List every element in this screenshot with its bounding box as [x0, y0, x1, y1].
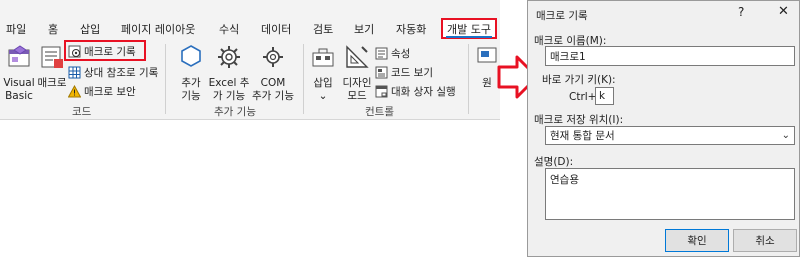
visual-basic-label-2: Basic	[5, 90, 33, 102]
macro-name-value: 매크로1	[550, 50, 586, 63]
addins-label-1: 추가	[181, 77, 201, 89]
properties-label: 속성	[391, 48, 411, 60]
design-mode-button[interactable]: 디자인 모드	[340, 44, 374, 103]
record-macro-label: 매크로 기록	[84, 46, 136, 58]
group-separator	[468, 44, 469, 114]
group-label-code: 코드	[72, 106, 92, 118]
excel-addins-label-2: 가 기능	[212, 90, 246, 102]
visual-basic-icon	[8, 45, 30, 67]
com-addins-button[interactable]: COM 추가 기능	[250, 44, 296, 103]
addins-hexagon-icon	[181, 45, 201, 67]
shortcut-key-label: 바로 가기 키(K):	[542, 74, 616, 86]
store-macro-value: 현재 통합 문서	[550, 130, 615, 142]
shortcut-key-field[interactable]: k	[595, 87, 614, 105]
cancel-label: 취소	[755, 235, 775, 247]
macros-icon	[41, 46, 63, 68]
visual-basic-label-1: Visual	[3, 77, 35, 89]
tab-data[interactable]: 데이터	[261, 21, 291, 37]
design-mode-label-2: 모드	[347, 90, 367, 102]
cancel-button[interactable]: 취소	[733, 229, 797, 252]
store-macro-select[interactable]: 현재 통합 문서 ⌄	[545, 126, 795, 145]
macro-security-label: 매크로 보안	[84, 86, 136, 98]
tab-view[interactable]: 보기	[354, 21, 374, 37]
relative-reference-label: 상대 참조로 기록	[84, 67, 159, 79]
record-macro-icon	[68, 45, 81, 58]
description-label: 설명(D):	[534, 156, 574, 168]
tab-insert[interactable]: 삽입	[80, 21, 100, 37]
excel-addins-button[interactable]: Excel 추 가 기능	[208, 44, 250, 103]
view-code-label: 코드 보기	[391, 67, 433, 79]
toolbox-icon	[312, 48, 334, 67]
insert-control-button[interactable]: 삽입 ⌄	[308, 44, 338, 103]
macro-name-field[interactable]: 매크로1	[545, 46, 795, 66]
record-macro-button[interactable]: 매크로 기록	[68, 44, 136, 59]
table-grid-icon	[68, 66, 81, 79]
com-addins-label-1: COM	[260, 77, 286, 89]
tab-automate[interactable]: 자동화	[396, 21, 426, 37]
ribbon-tabs: 파일 홈 삽입 페이지 레이아웃 수식 데이터 검토 보기 자동화 개발 도구	[0, 0, 500, 40]
dialog-title: 매크로 기록	[536, 10, 588, 22]
active-tab-indicator	[446, 36, 492, 38]
relative-reference-button[interactable]: 상대 참조로 기록	[68, 65, 158, 80]
close-button[interactable]: ✕	[778, 4, 789, 19]
macro-security-button[interactable]: 매크로 보안	[68, 84, 136, 99]
design-mode-label-1: 디자인	[342, 77, 372, 89]
tab-page-layout[interactable]: 페이지 레이아웃	[121, 21, 195, 37]
run-dialog-icon	[375, 85, 388, 98]
excel-addins-label-1: Excel 추	[208, 77, 250, 89]
tab-formulas[interactable]: 수식	[219, 21, 239, 37]
macros-label: 매크로	[37, 77, 67, 89]
com-gear-icon	[263, 47, 283, 67]
gear-icon	[218, 46, 240, 68]
view-code-icon	[375, 66, 388, 79]
store-macro-label: 매크로 저장 위치(I):	[534, 114, 624, 126]
chevron-down-icon: ⌄	[318, 90, 328, 102]
tab-file[interactable]: 파일	[6, 21, 26, 37]
group-separator	[303, 44, 304, 114]
ok-button[interactable]: 확인	[665, 229, 729, 252]
view-code-button[interactable]: 코드 보기	[375, 65, 433, 80]
help-button[interactable]: ?	[738, 5, 744, 19]
group-label-addins: 추가 기능	[214, 106, 256, 118]
ribbon: 파일 홈 삽입 페이지 레이아웃 수식 데이터 검토 보기 자동화 개발 도구 …	[0, 0, 500, 120]
com-addins-label-2: 추가 기능	[252, 90, 294, 102]
addins-button[interactable]: 추가 기능	[174, 44, 208, 103]
properties-button[interactable]: 속성	[375, 46, 410, 61]
addins-label-2: 기능	[181, 90, 201, 102]
record-macro-dialog: 매크로 기록 ? ✕ 매크로 이름(M): 매크로1 바로 가기 키(K): C…	[527, 0, 800, 257]
group-label-controls: 컨트롤	[365, 106, 394, 118]
shortcut-key-value: k	[599, 90, 606, 102]
run-dialog-label: 대화 상자 실행	[391, 86, 456, 98]
ctrl-prefix: Ctrl+	[569, 91, 597, 103]
tab-review[interactable]: 검토	[313, 21, 333, 37]
tab-developer-label: 개발 도구	[447, 22, 491, 36]
ok-label: 확인	[687, 235, 707, 247]
run-dialog-button[interactable]: 대화 상자 실행	[375, 84, 456, 99]
insert-control-label: 삽입	[313, 77, 333, 89]
visual-basic-button[interactable]: Visual Basic	[2, 44, 36, 103]
group-separator	[165, 44, 166, 114]
chevron-down-icon: ⌄	[781, 130, 790, 141]
properties-icon	[375, 47, 388, 60]
design-mode-icon	[346, 45, 369, 68]
warning-icon	[68, 85, 81, 98]
description-value: 연습용	[550, 174, 579, 186]
tab-home[interactable]: 홈	[48, 21, 58, 37]
description-field[interactable]: 연습용	[545, 168, 795, 220]
